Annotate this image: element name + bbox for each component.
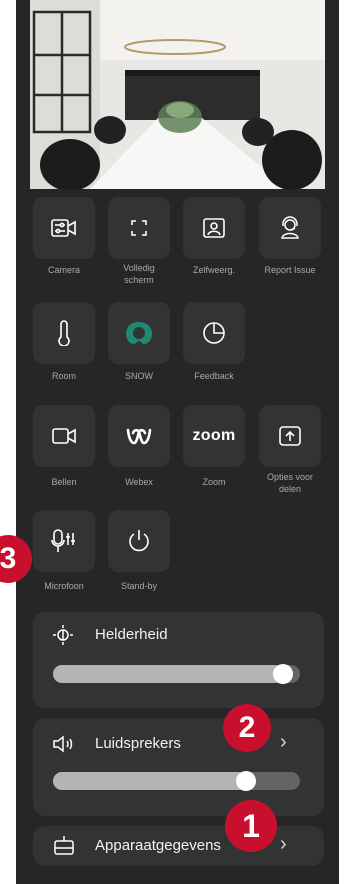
feedback-button[interactable] <box>183 302 245 364</box>
room-label: Room <box>51 371 76 381</box>
share-options-label: Opties voor delen <box>266 472 314 494</box>
snow-button[interactable] <box>108 302 170 364</box>
camera-label: Camera <box>47 265 80 275</box>
power-icon <box>127 529 151 553</box>
brightness-icon <box>53 625 73 650</box>
annotation-badge-1: 1 <box>225 800 277 852</box>
thermometer-icon <box>57 320 71 346</box>
webex-label: Webex <box>125 477 153 487</box>
speakers-volume-fill <box>53 772 246 790</box>
camera-icon <box>51 217 77 239</box>
snow-logo-icon <box>124 320 154 346</box>
fullscreen-button[interactable] <box>108 197 170 259</box>
microphone-label: Microfoon <box>44 581 84 591</box>
device-info-chevron-icon: › <box>280 833 287 855</box>
camera-preview <box>30 0 325 189</box>
speakers-title: Luidsprekers <box>95 735 181 752</box>
report-issue-button[interactable] <box>259 197 321 259</box>
fullscreen-label: Volledig scherm <box>123 263 155 285</box>
zoom-logo-icon: zoom <box>192 427 236 444</box>
headset-icon <box>278 216 302 240</box>
speakers-chevron-icon[interactable]: › <box>280 731 287 754</box>
speakers-card: Luidsprekers › <box>33 718 324 816</box>
brightness-slider-fill <box>53 665 283 683</box>
webex-button[interactable] <box>108 405 170 467</box>
share-options-button[interactable] <box>259 405 321 467</box>
snow-label: SNOW <box>125 371 153 381</box>
selfview-icon <box>203 218 225 238</box>
speakers-volume-slider[interactable] <box>53 771 300 791</box>
standby-label: Stand-by <box>120 581 158 591</box>
share-screen-icon <box>279 426 301 446</box>
report-issue-label: Report Issue <box>264 265 316 275</box>
device-info-row[interactable]: Apparaatgegevens › <box>33 826 324 866</box>
zoom-label: Zoom <box>202 477 226 487</box>
pie-chart-icon <box>202 321 226 345</box>
microphone-button[interactable] <box>33 510 95 572</box>
brightness-card: Helderheid <box>33 612 324 708</box>
annotation-badge-2: 2 <box>223 704 271 752</box>
feedback-label: Feedback <box>194 371 234 381</box>
camera-button[interactable] <box>33 197 95 259</box>
call-button[interactable] <box>33 405 95 467</box>
call-label: Bellen <box>51 477 77 487</box>
room-button[interactable] <box>33 302 95 364</box>
selfview-label: Zelfweerg. <box>192 265 236 275</box>
speakers-volume-knob[interactable] <box>236 771 256 791</box>
video-call-icon <box>52 427 76 445</box>
selfview-button[interactable] <box>183 197 245 259</box>
device-icon <box>53 835 75 862</box>
device-info-label: Apparaatgegevens <box>95 837 221 854</box>
brightness-slider-knob[interactable] <box>273 664 293 684</box>
brightness-slider[interactable] <box>53 664 300 684</box>
standby-button[interactable] <box>108 510 170 572</box>
microphone-settings-icon <box>51 529 77 553</box>
speaker-volume-icon <box>53 735 75 758</box>
webex-logo-icon <box>125 426 153 446</box>
zoom-button[interactable]: zoom <box>183 405 245 467</box>
brightness-title: Helderheid <box>95 626 168 643</box>
fullscreen-icon <box>130 219 148 237</box>
